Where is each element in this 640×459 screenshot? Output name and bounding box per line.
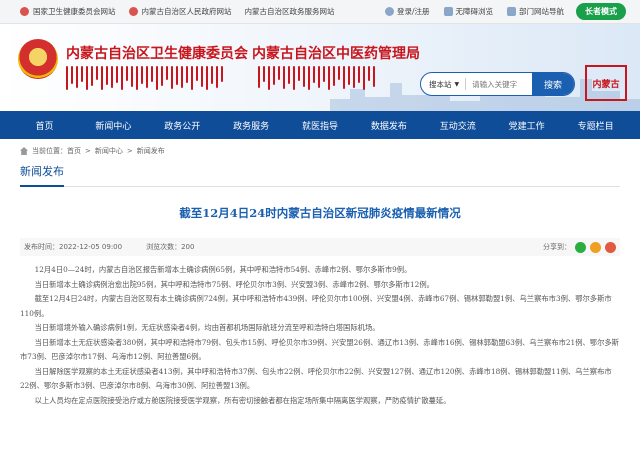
top-bar: 国家卫生健康委员会网站 内蒙古自治区人民政府网站 内蒙古自治区政务服务网站 登录… xyxy=(0,0,640,24)
user-icon xyxy=(384,7,394,16)
site-title-health-commission[interactable]: 内蒙古自治区卫生健康委员会 xyxy=(66,43,248,63)
site-header: 内蒙古自治区卫生健康委员会 内蒙古自治区中医药管理局 搜本站▼ 搜索 内蒙古 xyxy=(0,24,640,111)
nav-gov-affairs[interactable]: 政务公开 xyxy=(148,119,217,132)
article-paragraph: 截至12月4日24时，内蒙古自治区现有本土确诊病例724例，其中呼和浩特市439… xyxy=(20,294,612,318)
breadcrumb-separator: > xyxy=(126,147,133,155)
login-link[interactable]: 登录/注册 xyxy=(384,6,430,17)
publish-time: 2022-12-05 09:00 xyxy=(59,243,123,251)
home-icon xyxy=(20,147,28,155)
breadcrumb-separator: > xyxy=(85,147,91,155)
article-meta: 发布时间： 2022-12-05 09:00 浏览次数： 200 分享到： xyxy=(20,238,620,256)
elder-mode-button[interactable]: 长者模式 xyxy=(576,3,626,20)
views-count: 200 xyxy=(181,243,195,251)
article-paragraph: 以上人员均在定点医院接受治疗或方舱医院接受医学观察，所有密切接触者都在指定场所集… xyxy=(34,395,451,405)
breadcrumb: 当前位置： 首页 > 新闻中心 > 新闻发布 xyxy=(20,139,620,163)
main-content: 当前位置： 首页 > 新闻中心 > 新闻发布 新闻发布 截至12月4日24时内蒙… xyxy=(0,139,640,408)
link-services[interactable]: 内蒙古自治区政务服务网站 xyxy=(245,6,335,17)
link-nhc[interactable]: 国家卫生健康委员会网站 xyxy=(20,6,116,17)
site-search: 搜本站▼ 搜索 xyxy=(420,72,575,96)
article-paragraph: 当日新增本土无症状感染者380例，其中呼和浩特市79例、包头市15例、呼伦贝尔市… xyxy=(20,337,619,362)
nav-services[interactable]: 政务服务 xyxy=(217,119,286,132)
nav-party[interactable]: 党建工作 xyxy=(492,119,561,132)
calligraphy-seal: 内蒙古 xyxy=(585,65,627,101)
section-title: 新闻发布 xyxy=(20,163,620,187)
views-label: 浏览次数： xyxy=(146,243,182,251)
main-nav: 首页 新闻中心 政务公开 政务服务 就医指导 数据发布 互动交流 党建工作 专题… xyxy=(0,111,640,139)
article-paragraph: 12月4日0—24时，内蒙古自治区报告新增本土确诊病例65例，其中呼和浩特市54… xyxy=(34,265,412,274)
article-body: 12月4日0—24时，内蒙古自治区报告新增本土确诊病例65例，其中呼和浩特市54… xyxy=(20,263,620,408)
wechat-icon[interactable] xyxy=(575,241,586,253)
link-gov-label: 内蒙古自治区人民政府网站 xyxy=(141,7,232,16)
login-label: 登录/注册 xyxy=(396,7,430,16)
section-title-text: 新闻发布 xyxy=(20,163,64,187)
share-label: 分享到： xyxy=(543,243,571,251)
link-services-label: 内蒙古自治区政务服务网站 xyxy=(244,7,335,16)
breadcrumb-news-release[interactable]: 新闻发布 xyxy=(137,146,165,156)
nav-medical-guide[interactable]: 就医指导 xyxy=(286,119,355,132)
nav-data[interactable]: 数据发布 xyxy=(354,119,423,132)
qzone-icon[interactable] xyxy=(590,241,601,253)
emblem-icon xyxy=(128,7,138,16)
article-title: 截至12月4日24时内蒙古自治区新冠肺炎疫情最新情况 xyxy=(179,206,461,220)
search-scope-select[interactable]: 搜本站 ▼ xyxy=(421,78,467,90)
breadcrumb-home[interactable]: 首页 xyxy=(67,146,81,156)
site-title-tcm-bureau[interactable]: 内蒙古自治区中医药管理局 xyxy=(252,43,420,63)
chevron-down-icon: ▼ xyxy=(454,80,460,88)
share-bar: 分享到： xyxy=(543,241,616,253)
emblem-icon xyxy=(20,7,29,16)
top-bar-right: 登录/注册 无障碍浏览 部门网站导航 长者模式 xyxy=(371,3,626,20)
breadcrumb-label: 当前位置： xyxy=(32,147,67,155)
nav-news[interactable]: 新闻中心 xyxy=(79,119,148,132)
national-emblem-icon xyxy=(18,39,58,79)
link-nhc-label: 国家卫生健康委员会网站 xyxy=(33,7,116,16)
article-paragraph: 当日新增本土确诊病例治愈出院95例，其中呼和浩特市75例、呼伦贝尔市3例、兴安盟… xyxy=(34,279,434,289)
nav-home[interactable]: 首页 xyxy=(10,119,79,132)
search-input[interactable] xyxy=(466,79,532,89)
publish-time-label: 发布时间： xyxy=(24,243,59,251)
accessibility-link[interactable]: 无障碍浏览 xyxy=(443,6,494,17)
article-paragraph: 当日新增境外输入确诊病例1例，无症状感染者4例，均由首都机场国际航班分流至呼和浩… xyxy=(34,323,380,332)
mongolian-script-decoration xyxy=(66,66,223,92)
weibo-icon[interactable] xyxy=(605,241,616,253)
article-paragraph: 当日解除医学观察的本土无症状感染者413例，其中呼和浩特市37例、包头市22例、… xyxy=(20,366,612,391)
search-scope-label: 搜本站 xyxy=(429,79,452,89)
nav-topics[interactable]: 专题栏目 xyxy=(561,119,630,132)
nav-guide-label: 部门网站导航 xyxy=(519,7,564,16)
accessibility-icon xyxy=(443,7,453,16)
link-gov[interactable]: 内蒙古自治区人民政府网站 xyxy=(128,6,232,17)
nav-guide-link[interactable]: 部门网站导航 xyxy=(507,6,564,17)
search-button[interactable]: 搜索 xyxy=(532,73,574,95)
nav-interaction[interactable]: 互动交流 xyxy=(423,119,492,132)
grid-icon xyxy=(507,7,516,16)
mongolian-script-decoration xyxy=(258,66,375,92)
accessibility-label: 无障碍浏览 xyxy=(455,7,494,16)
breadcrumb-news[interactable]: 新闻中心 xyxy=(95,146,123,156)
